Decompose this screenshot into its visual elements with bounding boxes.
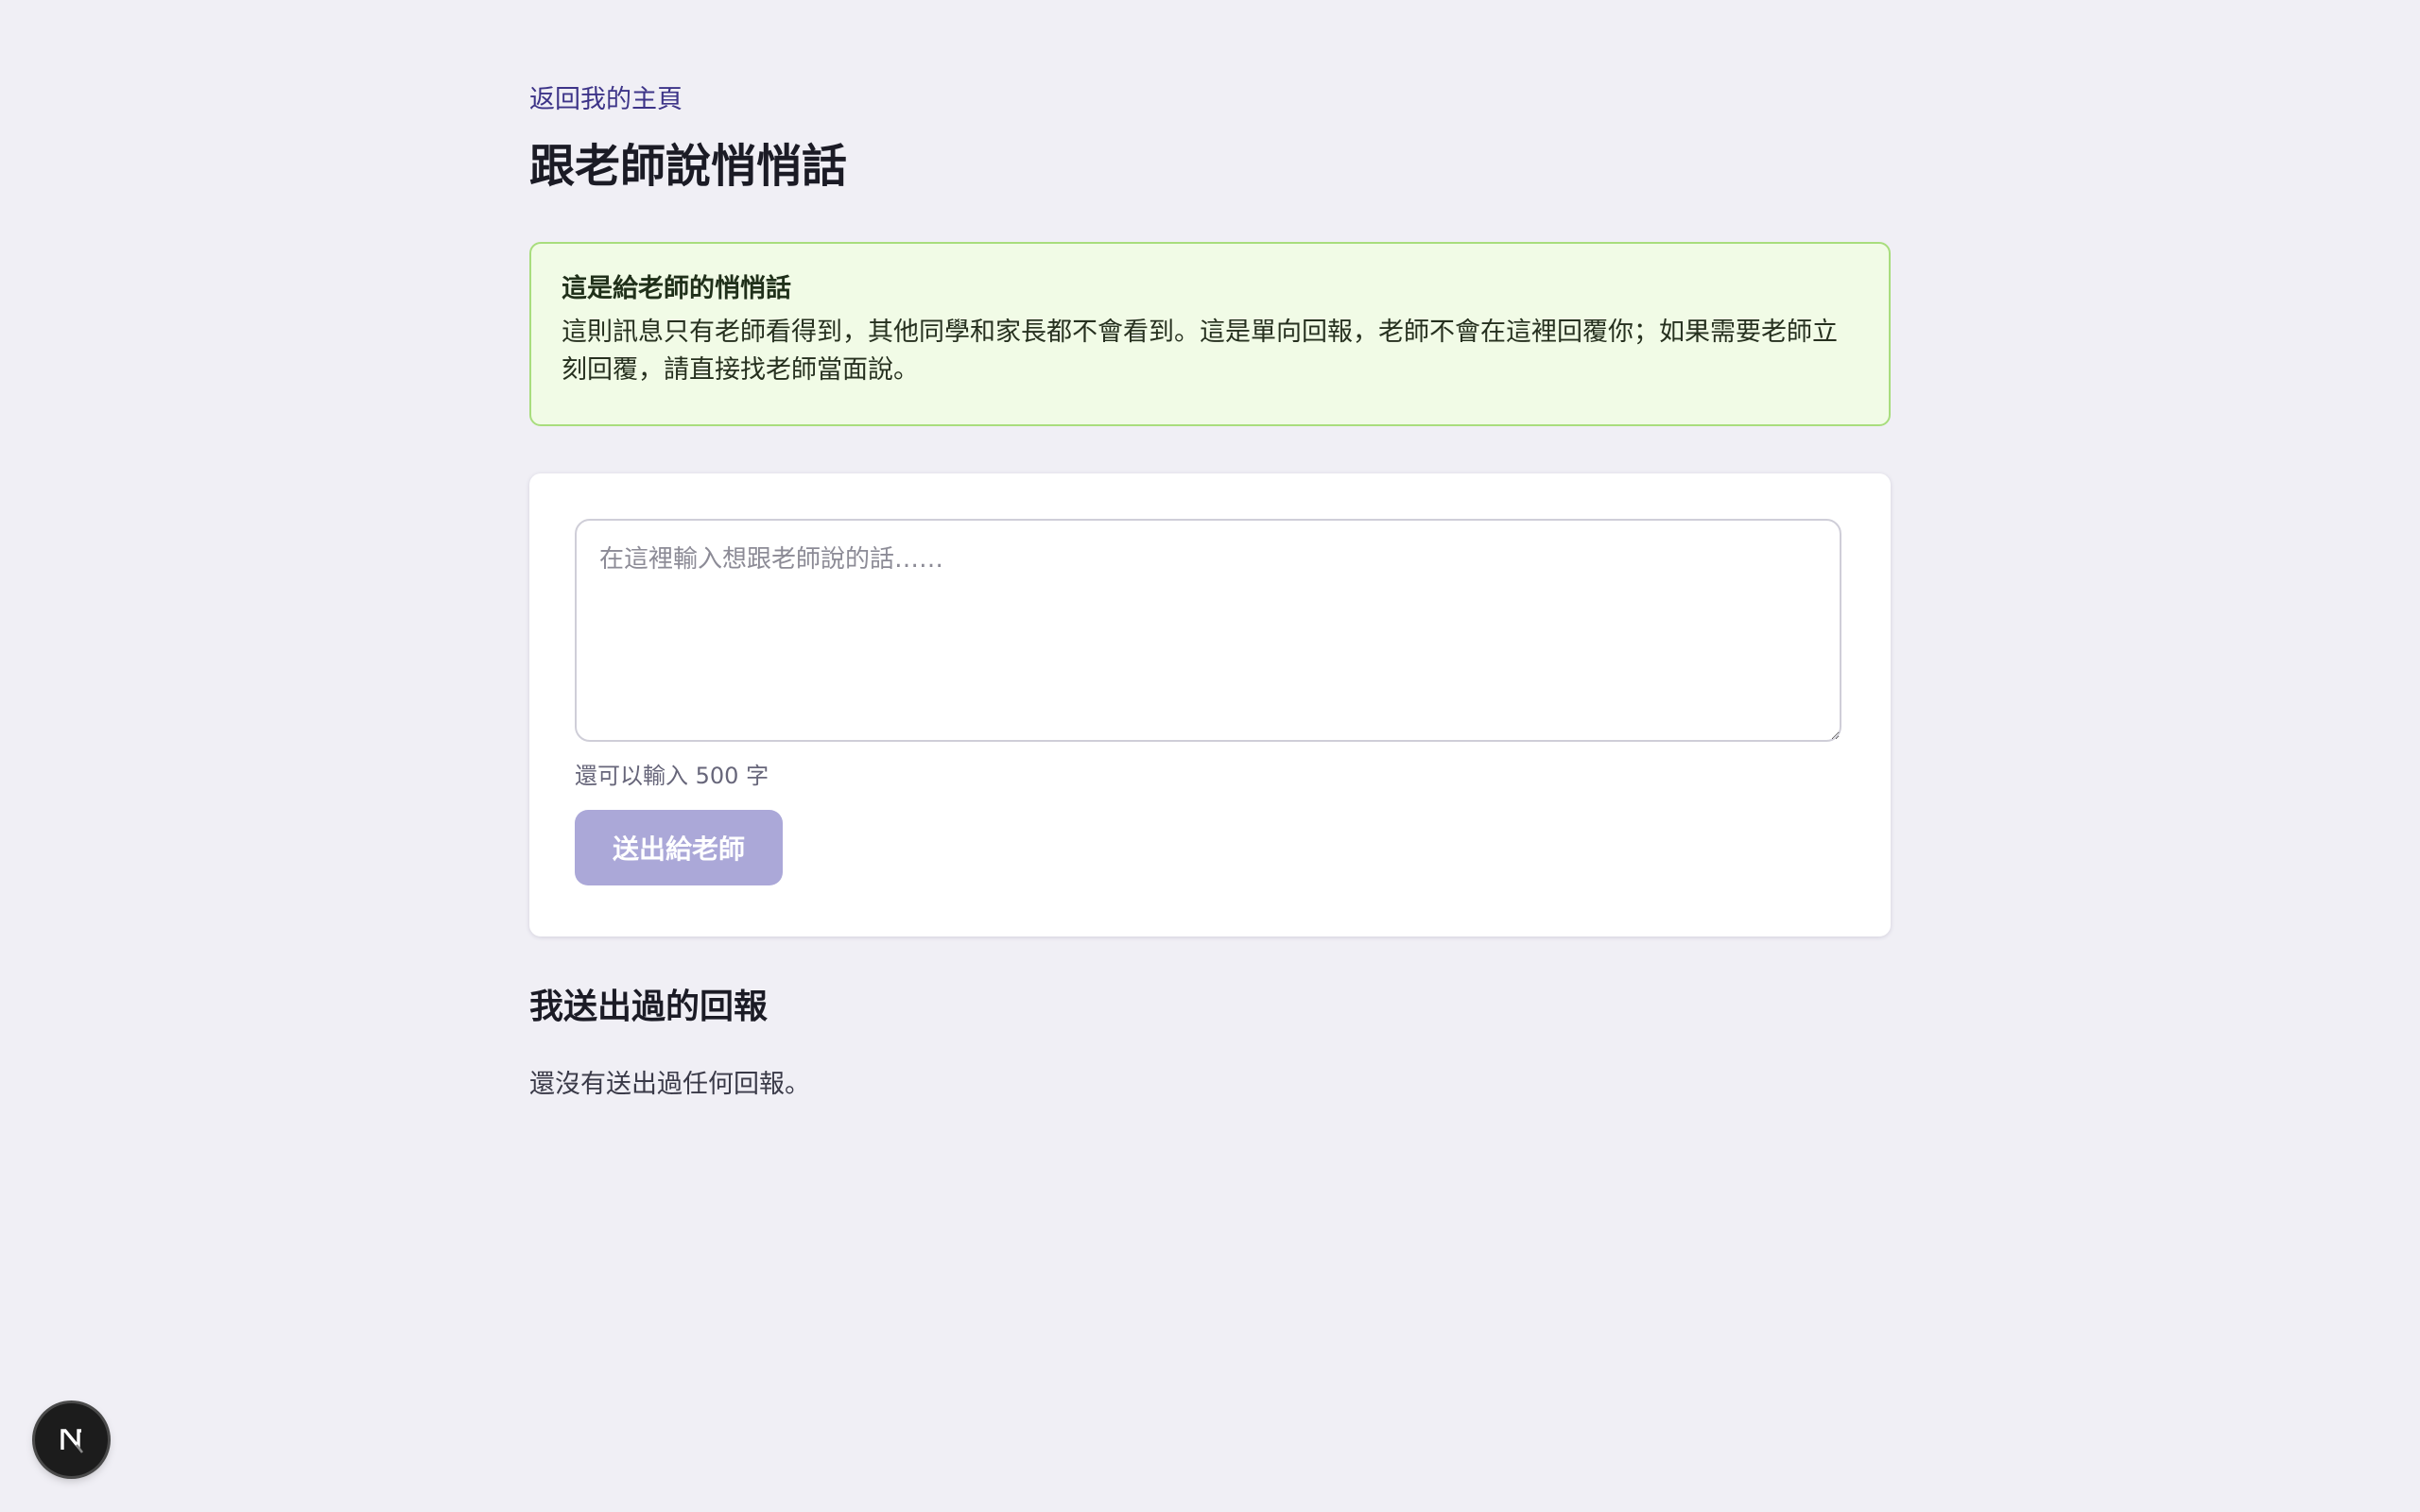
history-section-title: 我送出過的回報 (529, 988, 769, 1026)
message-form-card: 還可以輸入 500 字 送出給老師 (529, 473, 1891, 936)
back-to-home-link[interactable]: 返回我的主頁 (529, 83, 683, 117)
nextjs-logo-icon (60, 1428, 83, 1453)
notice-body: 這則訊息只有老師看得到，其他同學和家長都不會看到。這是單向回報，老師不會在這裡回… (562, 318, 1838, 385)
notice-title: 這是給老師的悄悄話 (562, 274, 791, 303)
page-title: 跟老師說悄悄話 (529, 140, 848, 193)
message-textarea[interactable] (575, 519, 1841, 742)
history-empty-message: 還沒有送出過任何回報。 (529, 1070, 810, 1099)
info-notice: 這是給老師的悄悄話 這則訊息只有老師看得到，其他同學和家長都不會看到。這是單向回… (529, 242, 1891, 426)
nextjs-dev-badge[interactable] (35, 1403, 108, 1476)
send-to-teacher-button[interactable]: 送出給老師 (575, 810, 783, 885)
char-count-hint: 還可以輸入 500 字 (575, 763, 769, 789)
